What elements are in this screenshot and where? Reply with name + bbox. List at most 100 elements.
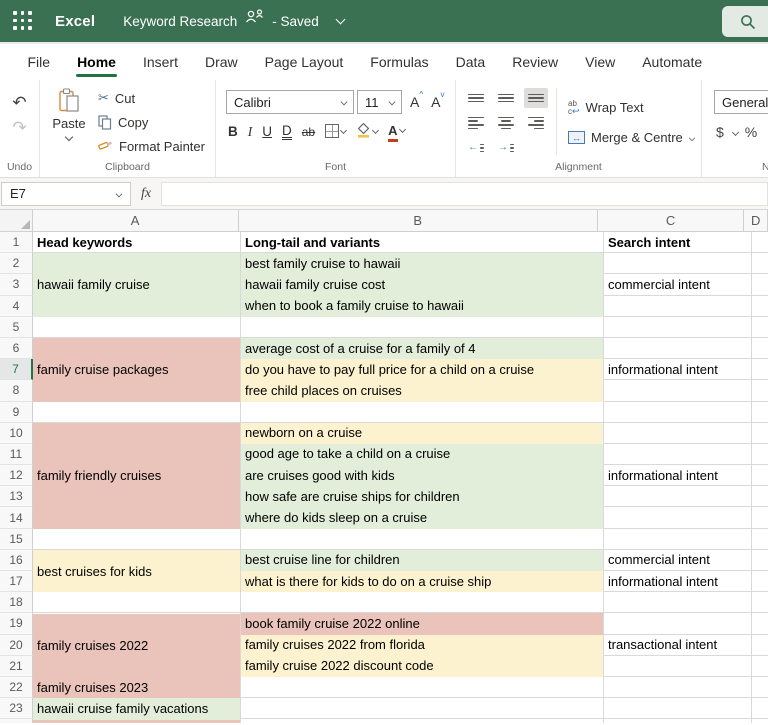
row-header-7[interactable]: 7 [0, 359, 33, 380]
row-header-5[interactable]: 5 [0, 317, 33, 338]
align-center-icon[interactable] [494, 113, 518, 133]
insert-function-button[interactable]: fx [131, 186, 161, 202]
cell-B10[interactable]: newborn on a cruise [241, 423, 604, 444]
cell-D13[interactable] [752, 486, 768, 507]
row-header-22[interactable]: 22 [0, 677, 33, 698]
cell-C12[interactable]: informational intent [604, 465, 752, 486]
cell-B12[interactable]: are cruises good with kids [241, 465, 604, 486]
cell-C10[interactable] [604, 423, 752, 444]
strikethrough-button[interactable]: ab [302, 125, 315, 139]
cell-A18[interactable] [33, 592, 241, 613]
row-header-1[interactable]: 1 [0, 232, 33, 253]
borders-button[interactable] [325, 123, 346, 141]
cell-D20[interactable] [752, 635, 768, 656]
cell-D2[interactable] [752, 253, 768, 274]
menu-tab-automate[interactable]: Automate [629, 44, 716, 80]
row-header-14[interactable]: 14 [0, 507, 33, 528]
row-header-24[interactable]: 24 [0, 719, 33, 723]
row-header-11[interactable]: 11 [0, 444, 33, 465]
formula-input[interactable] [161, 182, 768, 206]
cell-A19-A21[interactable]: family cruises 2022 [33, 614, 241, 678]
cell-B16[interactable]: best cruise line for children [241, 550, 604, 571]
cell-A24[interactable] [33, 720, 241, 723]
row-header-21[interactable]: 21 [0, 656, 33, 677]
cell-C1[interactable]: Search intent [604, 232, 752, 253]
cell-C6[interactable] [604, 338, 752, 359]
cell-A6-A8[interactable]: family cruise packages [33, 338, 241, 402]
cell-C14[interactable] [604, 507, 752, 528]
cell-C13[interactable] [604, 486, 752, 507]
document-title[interactable]: Keyword Research [123, 14, 237, 29]
font-name-select[interactable]: Calibri [226, 90, 354, 114]
cell-C19[interactable] [604, 613, 752, 634]
cell-B21[interactable]: family cruise 2022 discount code [241, 656, 604, 677]
grow-font-button[interactable]: A^ [410, 94, 423, 110]
align-right-icon[interactable] [524, 113, 548, 133]
percent-button[interactable]: % [745, 124, 757, 140]
cell-C18[interactable] [604, 592, 752, 613]
menu-tab-view[interactable]: View [572, 44, 629, 80]
menu-tab-home[interactable]: Home [64, 44, 130, 80]
row-header-23[interactable]: 23 [0, 698, 33, 719]
cell-B24[interactable] [241, 719, 604, 723]
cell-B11[interactable]: good age to take a child on a cruise [241, 444, 604, 465]
menu-tab-formulas[interactable]: Formulas [357, 44, 442, 80]
column-header-C[interactable]: C [598, 210, 744, 232]
cell-C7[interactable]: informational intent [604, 359, 752, 380]
cell-A22[interactable]: family cruises 2023 [33, 677, 241, 698]
merge-centre-button[interactable]: ↔ Merge & Centre [568, 130, 695, 145]
menu-tab-review[interactable]: Review [499, 44, 572, 80]
cell-B1[interactable]: Long-tail and variants [241, 232, 604, 253]
row-header-4[interactable]: 4 [0, 296, 33, 317]
cell-D12[interactable] [752, 465, 768, 486]
column-header-D[interactable]: D [744, 210, 768, 232]
cell-B17[interactable]: what is there for kids to do on a cruise… [241, 571, 604, 592]
align-bottom-icon[interactable] [524, 88, 548, 108]
cell-D17[interactable] [752, 571, 768, 592]
cell-B8[interactable]: free child places on cruises [241, 380, 604, 401]
align-middle-icon[interactable] [494, 88, 518, 108]
select-all-corner[interactable] [0, 210, 33, 232]
row-header-6[interactable]: 6 [0, 338, 33, 359]
row-header-12[interactable]: 12 [0, 465, 33, 486]
menu-tab-data[interactable]: Data [442, 44, 499, 80]
row-header-15[interactable]: 15 [0, 529, 33, 550]
cell-D1[interactable] [752, 232, 768, 253]
align-left-icon[interactable] [464, 113, 488, 133]
cell-B14[interactable]: where do kids sleep on a cruise [241, 507, 604, 528]
cell-C15[interactable] [604, 529, 752, 550]
row-header-19[interactable]: 19 [0, 613, 33, 634]
row-header-9[interactable]: 9 [0, 402, 33, 423]
menu-tab-insert[interactable]: Insert [129, 44, 191, 80]
row-header-16[interactable]: 16 [0, 550, 33, 571]
cell-B9[interactable] [241, 402, 604, 423]
cell-D15[interactable] [752, 529, 768, 550]
cell-A2-A4[interactable]: hawaii family cruise [33, 253, 241, 317]
search-input[interactable] [722, 6, 768, 37]
format-painter-button[interactable]: Format Painter [98, 137, 205, 155]
cell-C3[interactable]: commercial intent [604, 274, 752, 295]
cell-D21[interactable] [752, 656, 768, 677]
redo-icon[interactable]: ↷ [12, 119, 26, 136]
row-header-18[interactable]: 18 [0, 592, 33, 613]
row-header-8[interactable]: 8 [0, 380, 33, 401]
cell-C9[interactable] [604, 402, 752, 423]
fill-color-button[interactable] [356, 123, 378, 141]
currency-button[interactable]: $ [716, 124, 724, 140]
cut-button[interactable]: ✂ Cut [98, 89, 205, 107]
cell-B23[interactable] [241, 698, 604, 719]
cell-D18[interactable] [752, 592, 768, 613]
cell-C17[interactable]: informational intent [604, 571, 752, 592]
row-header-13[interactable]: 13 [0, 486, 33, 507]
cell-B4[interactable]: when to book a family cruise to hawaii [241, 296, 604, 317]
cell-B13[interactable]: how safe are cruise ships for children [241, 486, 604, 507]
cell-C20[interactable]: transactional intent [604, 635, 752, 656]
cell-C11[interactable] [604, 444, 752, 465]
cell-D8[interactable] [752, 380, 768, 401]
bold-button[interactable]: B [228, 124, 238, 139]
cell-A9[interactable] [33, 402, 241, 423]
cell-D24[interactable] [752, 719, 768, 723]
wrap-text-button[interactable]: ab c↩ Wrap Text [568, 100, 644, 115]
menu-tab-draw[interactable]: Draw [191, 44, 251, 80]
align-top-icon[interactable] [464, 88, 488, 108]
